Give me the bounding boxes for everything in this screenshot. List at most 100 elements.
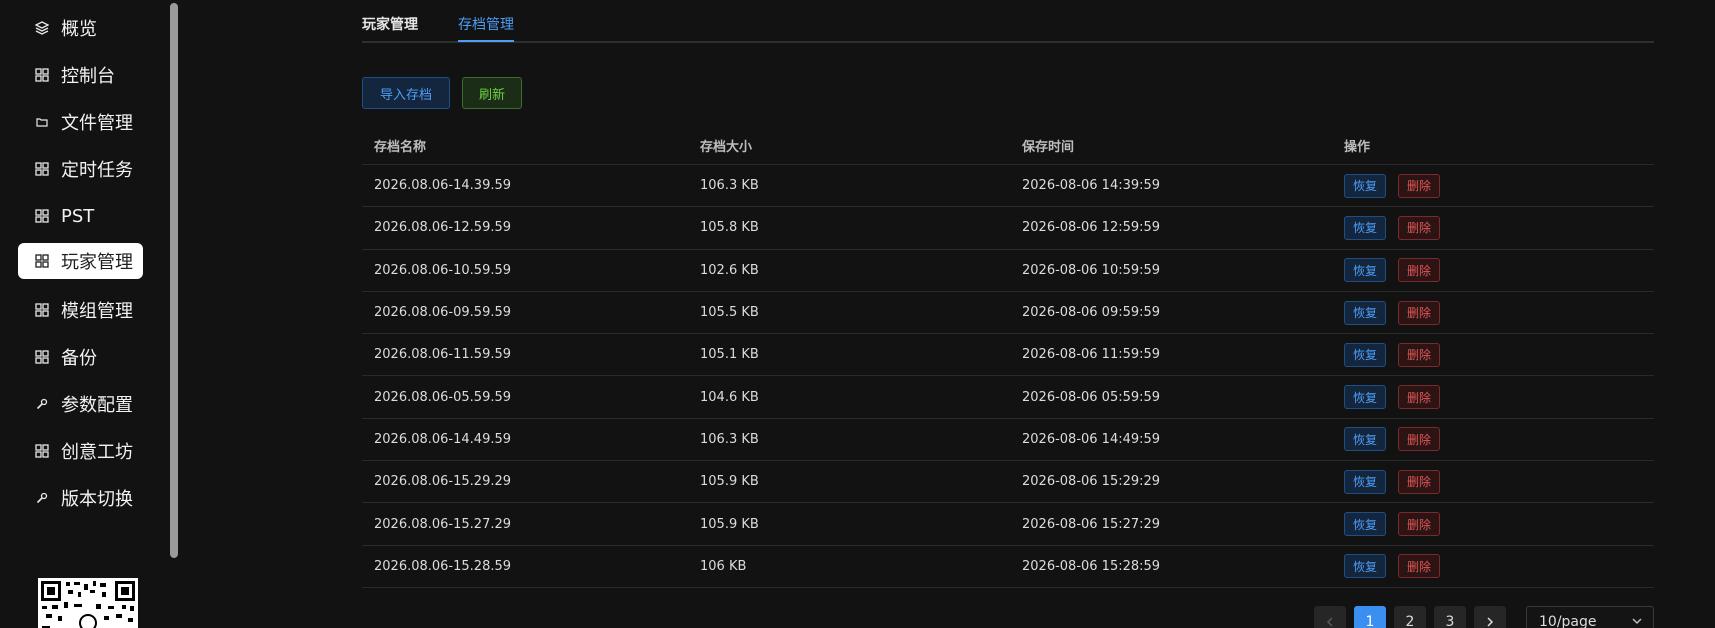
table-header: 存档名称 存档大小 保存时间 操作: [362, 126, 1654, 165]
save-name: 2026.08.06-15.28.59: [374, 558, 512, 574]
sidebar-item-label: PST: [61, 205, 95, 227]
restore-button[interactable]: 恢复: [1344, 215, 1387, 240]
sidebar-item-label: 玩家管理: [61, 252, 133, 273]
wrench-icon: [31, 492, 53, 504]
column-header-name: 存档名称: [374, 139, 427, 155]
table-row: 2026.08.06-09.59.59 105.5 KB 2026-08-06 09…: [362, 292, 1654, 335]
save-size: 105.1 KB: [700, 347, 759, 363]
row-actions: 恢复 删除: [1344, 419, 1452, 460]
row-actions: 恢复 删除: [1344, 292, 1452, 333]
delete-button[interactable]: 删除: [1398, 258, 1441, 283]
table-row: 2026.08.06-15.29.29 105.9 KB 2026-08-06 15…: [362, 461, 1654, 504]
chevron-down-icon: [1632, 618, 1642, 625]
save-size: 106 KB: [700, 558, 747, 574]
folder-icon: [31, 116, 53, 128]
save-time: 2026-08-06 05:59:59: [1022, 389, 1161, 405]
sidebar-item-4[interactable]: 定时任务: [18, 151, 143, 187]
sidebar-item-9[interactable]: 参数配置: [18, 386, 143, 422]
qr-code: [38, 578, 138, 628]
tab-bar: 玩家管理 存档管理: [362, 0, 1654, 43]
sidebar-scrollbar[interactable]: [170, 3, 178, 558]
tab-player-management[interactable]: 玩家管理: [362, 14, 418, 42]
page-size-value: 10/page: [1539, 614, 1597, 628]
save-name: 2026.08.06-14.49.59: [374, 431, 512, 447]
sidebar-item-6[interactable]: 玩家管理: [18, 243, 143, 279]
page-3-button[interactable]: 3: [1434, 606, 1466, 628]
grid-icon: [31, 209, 53, 223]
save-time: 2026-08-06 12:59:59: [1022, 220, 1161, 236]
sidebar-item-label: 创意工坊: [61, 442, 133, 463]
save-time: 2026-08-06 15:27:29: [1022, 516, 1161, 532]
layers-icon: [31, 21, 53, 35]
save-size: 106.3 KB: [700, 178, 759, 194]
delete-button[interactable]: 删除: [1398, 427, 1441, 452]
save-name: 2026.08.06-05.59.59: [374, 389, 512, 405]
restore-button[interactable]: 恢复: [1344, 512, 1387, 537]
delete-button[interactable]: 删除: [1398, 554, 1441, 579]
restore-button[interactable]: 恢复: [1344, 342, 1387, 367]
sidebar-item-label: 概览: [61, 19, 97, 40]
tab-save-management[interactable]: 存档管理: [458, 14, 514, 42]
sidebar-item-label: 版本切换: [61, 489, 133, 510]
row-actions: 恢复 删除: [1344, 503, 1452, 544]
delete-button[interactable]: 删除: [1398, 300, 1441, 325]
restore-button[interactable]: 恢复: [1344, 385, 1387, 410]
sidebar-item-5[interactable]: PST: [18, 198, 143, 234]
column-header-time: 保存时间: [1022, 139, 1075, 155]
sidebar-item-10[interactable]: 创意工坊: [18, 433, 143, 469]
save-time: 2026-08-06 14:49:59: [1022, 431, 1161, 447]
restore-button[interactable]: 恢复: [1344, 469, 1387, 494]
save-name: 2026.08.06-15.27.29: [374, 516, 512, 532]
sidebar-item-2[interactable]: 控制台: [18, 57, 143, 93]
row-actions: 恢复 删除: [1344, 546, 1452, 587]
table-row: 2026.08.06-11.59.59 105.1 KB 2026-08-06 11…: [362, 334, 1654, 377]
restore-button[interactable]: 恢复: [1344, 173, 1387, 198]
table-row: 2026.08.06-14.49.59 106.3 KB 2026-08-06 14…: [362, 419, 1654, 462]
delete-button[interactable]: 删除: [1398, 385, 1441, 410]
page-1-button[interactable]: 1: [1354, 606, 1386, 628]
next-page-button[interactable]: [1474, 606, 1506, 628]
refresh-button[interactable]: 刷新: [462, 77, 522, 109]
table-body: 2026.08.06-14.39.59 106.3 KB 2026-08-06 14…: [362, 165, 1654, 588]
page-size-select[interactable]: 10/page: [1526, 606, 1654, 628]
row-actions: 恢复 删除: [1344, 165, 1452, 206]
delete-button[interactable]: 删除: [1398, 342, 1441, 367]
table-row: 2026.08.06-05.59.59 104.6 KB 2026-08-06 05…: [362, 376, 1654, 419]
app: 概览控制台文件管理定时任务 PST 玩家管理模组管理备份参数配置创意工坊版本切换: [0, 0, 1715, 628]
save-name: 2026.08.06-09.59.59: [374, 305, 512, 321]
delete-button[interactable]: 删除: [1398, 469, 1441, 494]
save-size: 106.3 KB: [700, 431, 759, 447]
save-name: 2026.08.06-15.29.29: [374, 474, 512, 490]
chevron-left-icon: [1326, 617, 1333, 627]
page-2-button[interactable]: 2: [1394, 606, 1426, 628]
grid-icon: [31, 303, 53, 317]
import-save-button[interactable]: 导入存档: [362, 77, 450, 109]
save-time: 2026-08-06 15:29:29: [1022, 474, 1161, 490]
save-size: 105.5 KB: [700, 305, 759, 321]
table-row: 2026.08.06-14.39.59 106.3 KB 2026-08-06 14…: [362, 165, 1654, 208]
grid-icon: [31, 162, 53, 176]
prev-page-button[interactable]: [1314, 606, 1346, 628]
delete-button[interactable]: 删除: [1398, 512, 1441, 537]
wrench-icon: [31, 398, 53, 410]
restore-button[interactable]: 恢复: [1344, 427, 1387, 452]
restore-button[interactable]: 恢复: [1344, 554, 1387, 579]
sidebar-item-7[interactable]: 模组管理: [18, 292, 143, 328]
column-header-actions: 操作: [1344, 139, 1371, 155]
delete-button[interactable]: 删除: [1398, 173, 1441, 198]
row-actions: 恢复 删除: [1344, 376, 1452, 417]
save-time: 2026-08-06 14:39:59: [1022, 178, 1161, 194]
save-size: 105.9 KB: [700, 516, 759, 532]
column-header-size: 存档大小: [700, 139, 753, 155]
grid-icon: [31, 444, 53, 458]
save-size: 102.6 KB: [700, 262, 759, 278]
sidebar-item-8[interactable]: 备份: [18, 339, 143, 375]
sidebar-item-3[interactable]: 文件管理: [18, 104, 143, 140]
sidebar-item-1[interactable]: 概览: [18, 10, 143, 46]
delete-button[interactable]: 删除: [1398, 215, 1441, 240]
restore-button[interactable]: 恢复: [1344, 258, 1387, 283]
restore-button[interactable]: 恢复: [1344, 300, 1387, 325]
sidebar-item-11[interactable]: 版本切换: [18, 480, 143, 516]
row-actions: 恢复 删除: [1344, 250, 1452, 291]
sidebar-item-label: 文件管理: [61, 113, 133, 134]
